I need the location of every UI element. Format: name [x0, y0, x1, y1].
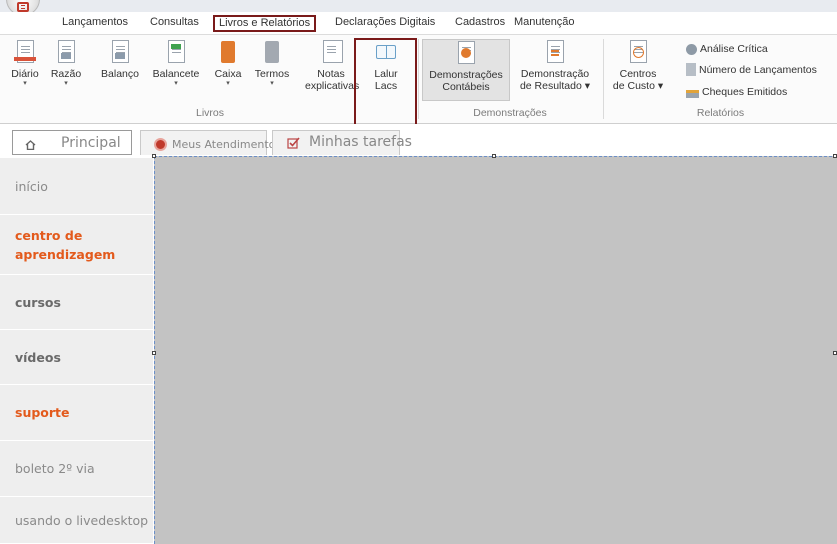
notas-label-line2: explicativas — [305, 80, 360, 92]
caixa-label: Caixa — [214, 68, 242, 80]
demonstracoes-contabeis-icon — [455, 40, 477, 66]
menu-tab-cadastros[interactable]: Cadastros — [451, 15, 509, 32]
cheques-emitidos-label: Cheques Emitidos — [702, 86, 788, 98]
balanco-label: Balanço — [101, 68, 139, 80]
balancete-dropdown-icon[interactable]: ▾ — [151, 80, 201, 88]
sidebar-item-cursos[interactable]: cursos — [0, 275, 153, 330]
balanco-icon — [109, 39, 131, 65]
group-label-relatorios: Relatórios — [696, 107, 745, 119]
diario-button[interactable]: Diário ▾ — [8, 39, 42, 88]
termos-button[interactable]: Termos ▾ — [253, 39, 291, 88]
sidebar: início centro de aprendizagem cursos víd… — [0, 158, 153, 544]
title-strip — [0, 0, 837, 16]
caixa-icon — [217, 39, 239, 65]
termos-dropdown-icon[interactable]: ▾ — [253, 80, 291, 88]
menu-tab-consultas[interactable]: Consultas — [146, 15, 203, 32]
tab-meus-atendimentos[interactable]: Meus Atendimentos — [140, 130, 281, 155]
caixa-dropdown-icon[interactable]: ▾ — [212, 80, 244, 88]
menu-bar: Lançamentos Consultas Livros e Relatório… — [0, 12, 837, 34]
diario-label: Diário — [11, 68, 39, 80]
ribbon: Diário ▾ Razão ▾ Balanço Balancete ▾ Cai… — [0, 34, 837, 126]
notas-label-line1: Notas — [317, 68, 345, 80]
sidebar-item-livedesktop[interactable]: usando o livedesktop — [0, 497, 153, 544]
resultado-label-line2: de Resultado ▾ — [519, 80, 591, 92]
resize-handle[interactable] — [833, 154, 837, 158]
analise-critica-label: Análise Crítica — [700, 43, 768, 55]
tab-atendimentos-label: Meus Atendimentos — [172, 138, 282, 151]
razao-dropdown-icon[interactable]: ▾ — [50, 80, 82, 88]
balancete-icon — [165, 39, 187, 65]
resize-handle[interactable] — [833, 351, 837, 355]
sidebar-item-videos[interactable]: vídeos — [0, 330, 153, 385]
demonstracao-resultado-button[interactable]: Demonstração de Resultado ▾ — [515, 39, 595, 92]
notas-explicativas-icon — [320, 39, 343, 65]
sidebar-item-centro-aprendizagem[interactable]: centro de aprendizagem — [0, 215, 153, 275]
centros-custo-button[interactable]: Centros de Custo ▾ — [612, 39, 664, 92]
atendimentos-icon — [154, 138, 167, 151]
balancete-label: Balancete — [152, 68, 200, 80]
centros-label-line2: de Custo ▾ — [612, 80, 664, 92]
analise-critica-button[interactable]: Análise Crítica — [686, 41, 768, 57]
centros-label-line1: Centros — [619, 68, 657, 80]
app-logo-icon — [17, 2, 29, 12]
sidebar-item-inicio[interactable]: início — [0, 158, 153, 215]
termos-icon — [261, 39, 283, 65]
menu-tab-livros-relatorios[interactable]: Livros e Relatórios — [213, 15, 317, 32]
menu-tab-manutencao[interactable]: Manutenção — [510, 15, 579, 32]
sidebar-item-suporte[interactable]: suporte — [0, 385, 153, 441]
razao-label: Razão — [50, 68, 82, 80]
resize-handle[interactable] — [152, 351, 156, 355]
menu-tab-declaracoes[interactable]: Declarações Digitais — [331, 15, 439, 32]
contabeis-label-line1: Demonstrações — [429, 69, 503, 81]
balanco-button[interactable]: Balanço — [100, 39, 140, 80]
demonstracoes-contabeis-button[interactable]: Demonstrações Contábeis — [422, 39, 510, 101]
group-label-demonstracoes: Demonstrações — [473, 107, 547, 119]
cheques-emitidos-icon — [686, 90, 699, 98]
caixa-button[interactable]: Caixa ▾ — [212, 39, 244, 88]
tab-principal-label: Principal — [61, 135, 121, 151]
balancete-button[interactable]: Balancete ▾ — [151, 39, 201, 88]
tab-tarefas-label: Minhas tarefas — [309, 134, 412, 150]
document-tabs: Principal Meus Atendimentos Minhas taref… — [0, 124, 837, 156]
tab-principal[interactable]: Principal — [12, 130, 132, 155]
menu-tab-lancamentos[interactable]: Lançamentos — [58, 15, 132, 32]
resize-handle[interactable] — [492, 154, 496, 158]
resultado-label-line1: Demonstração — [520, 68, 590, 80]
main-content-area[interactable] — [152, 154, 837, 544]
numero-lancamentos-icon — [686, 63, 696, 76]
tab-minhas-tarefas[interactable]: Minhas tarefas — [272, 130, 412, 155]
resize-handle[interactable] — [152, 154, 156, 158]
group-separator — [418, 39, 419, 119]
numero-lancamentos-button[interactable]: Número de Lançamentos — [686, 62, 817, 78]
termos-label: Termos — [254, 68, 290, 80]
notas-explicativas-button[interactable]: Notas explicativas — [305, 39, 360, 92]
razao-button[interactable]: Razão ▾ — [50, 39, 82, 88]
home-icon — [25, 140, 36, 151]
diario-icon — [14, 39, 36, 65]
cheques-emitidos-button[interactable]: Cheques Emitidos — [686, 84, 787, 100]
centros-custo-icon — [627, 39, 649, 65]
sidebar-item-boleto[interactable]: boleto 2º via — [0, 441, 153, 497]
demonstracao-resultado-icon — [544, 39, 566, 65]
analise-critica-icon — [686, 44, 697, 55]
checkbox-icon — [287, 137, 300, 152]
group-label-livros: Livros — [195, 107, 224, 119]
razao-icon — [55, 39, 77, 65]
contabeis-label-line2: Contábeis — [442, 81, 490, 93]
numero-lancamentos-label: Número de Lançamentos — [699, 64, 817, 76]
diario-dropdown-icon[interactable]: ▾ — [8, 80, 42, 88]
lalur-highlight-box — [354, 38, 417, 126]
